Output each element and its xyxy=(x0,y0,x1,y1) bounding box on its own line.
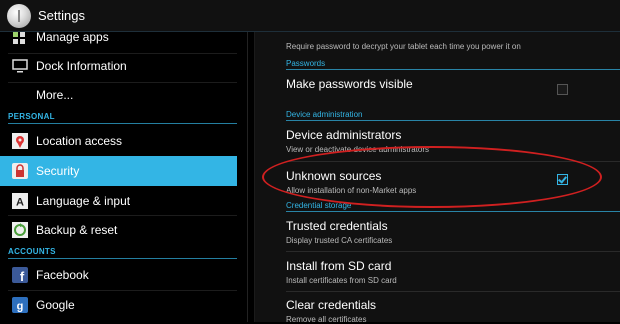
section-header-accounts: ACCOUNTS xyxy=(8,247,56,256)
facebook-icon: f xyxy=(12,267,28,283)
sidebar-item-label: Manage apps xyxy=(36,32,109,44)
unknown-sources-pref[interactable]: Unknown sources Allow installation of no… xyxy=(286,169,586,195)
sidebar-item-manage-apps[interactable]: Manage apps xyxy=(0,32,237,52)
section-header-passwords: Passwords xyxy=(286,59,326,68)
sidebar-item-label: Facebook xyxy=(36,268,89,282)
install-from-sd-card-pref[interactable]: Install from SD card Install certificate… xyxy=(286,259,586,285)
clear-credentials-pref[interactable]: Clear credentials Remove all certificate… xyxy=(286,298,586,324)
trusted-credentials-pref[interactable]: Trusted credentials Display trusted CA c… xyxy=(286,219,586,245)
section-divider xyxy=(286,120,620,121)
sidebar-item-facebook[interactable]: f Facebook xyxy=(0,260,237,290)
divider xyxy=(286,291,620,292)
sidebar-item-label: Language & input xyxy=(36,194,131,208)
sidebar-item-dock-information[interactable]: Dock Information xyxy=(0,51,237,81)
section-divider xyxy=(8,258,237,259)
svg-text:g: g xyxy=(17,301,24,313)
security-settings-pane: Require password to decrypt your tablet … xyxy=(254,32,620,324)
sidebar-item-google[interactable]: g Google xyxy=(0,290,237,320)
sidebar-item-backup-reset[interactable]: Backup & reset xyxy=(0,215,237,245)
make-passwords-visible-pref[interactable]: Make passwords visible xyxy=(286,77,586,91)
page-title: Settings xyxy=(38,8,85,23)
google-icon: g xyxy=(12,297,28,313)
sidebar-item-security[interactable]: Security xyxy=(0,156,237,186)
unknown-sources-checkbox[interactable] xyxy=(557,174,568,185)
section-header-credential-storage: Credential storage xyxy=(286,201,352,210)
settings-icon[interactable] xyxy=(7,4,31,28)
svg-text:f: f xyxy=(20,269,25,283)
pref-summary: Install certificates from SD card xyxy=(286,276,397,285)
divider xyxy=(286,251,620,252)
section-divider xyxy=(286,211,620,212)
device-administrators-pref[interactable]: Device administrators View or deactivate… xyxy=(286,128,586,154)
monitor-icon xyxy=(12,59,28,73)
sidebar-item-label: Location access xyxy=(36,134,123,148)
sidebar-item-label: Dock Information xyxy=(36,59,127,73)
pref-summary: Require password to decrypt your tablet … xyxy=(286,42,521,51)
pref-title: Clear credentials xyxy=(286,298,377,312)
section-divider xyxy=(8,123,237,124)
section-header-personal: PERSONAL xyxy=(8,112,55,121)
section-header-device-administration: Device administration xyxy=(286,110,363,119)
pref-summary: Allow installation of non-Market apps xyxy=(286,186,417,195)
sidebar-item-language-input[interactable]: A Language & input xyxy=(0,186,237,216)
section-divider xyxy=(286,69,620,70)
apps-icon xyxy=(13,32,25,44)
title-bar: Settings xyxy=(0,0,620,32)
pref-title: Make passwords visible xyxy=(286,77,413,91)
backup-icon xyxy=(12,222,28,238)
svg-text:A: A xyxy=(16,197,24,209)
sidebar-item-label: Google xyxy=(36,298,75,312)
lock-icon xyxy=(12,163,28,179)
sidebar-item-label: More... xyxy=(36,88,74,102)
sidebar: Manage apps Dock Information More... PER… xyxy=(0,32,240,322)
pref-summary: View or deactivate device administrators xyxy=(286,145,430,154)
location-icon xyxy=(12,133,28,149)
pref-title: Trusted credentials xyxy=(286,219,388,233)
pref-title: Device administrators xyxy=(286,128,402,142)
sidebar-item-label: Backup & reset xyxy=(36,223,118,237)
pane-divider xyxy=(247,32,248,322)
sidebar-item-label: Security xyxy=(36,164,80,178)
pref-title: Install from SD card xyxy=(286,259,392,273)
make-passwords-visible-checkbox[interactable] xyxy=(557,84,568,95)
encrypt-tablet-pref[interactable]: Require password to decrypt your tablet … xyxy=(286,39,521,51)
keyboard-icon: A xyxy=(12,193,28,209)
pref-title: Unknown sources xyxy=(286,169,382,183)
pref-summary: Remove all certificates xyxy=(286,315,367,324)
sidebar-item-location-access[interactable]: Location access xyxy=(0,126,237,156)
pref-summary: Display trusted CA certificates xyxy=(286,236,393,245)
sidebar-item-more[interactable]: More... xyxy=(0,80,237,110)
divider xyxy=(286,161,620,162)
